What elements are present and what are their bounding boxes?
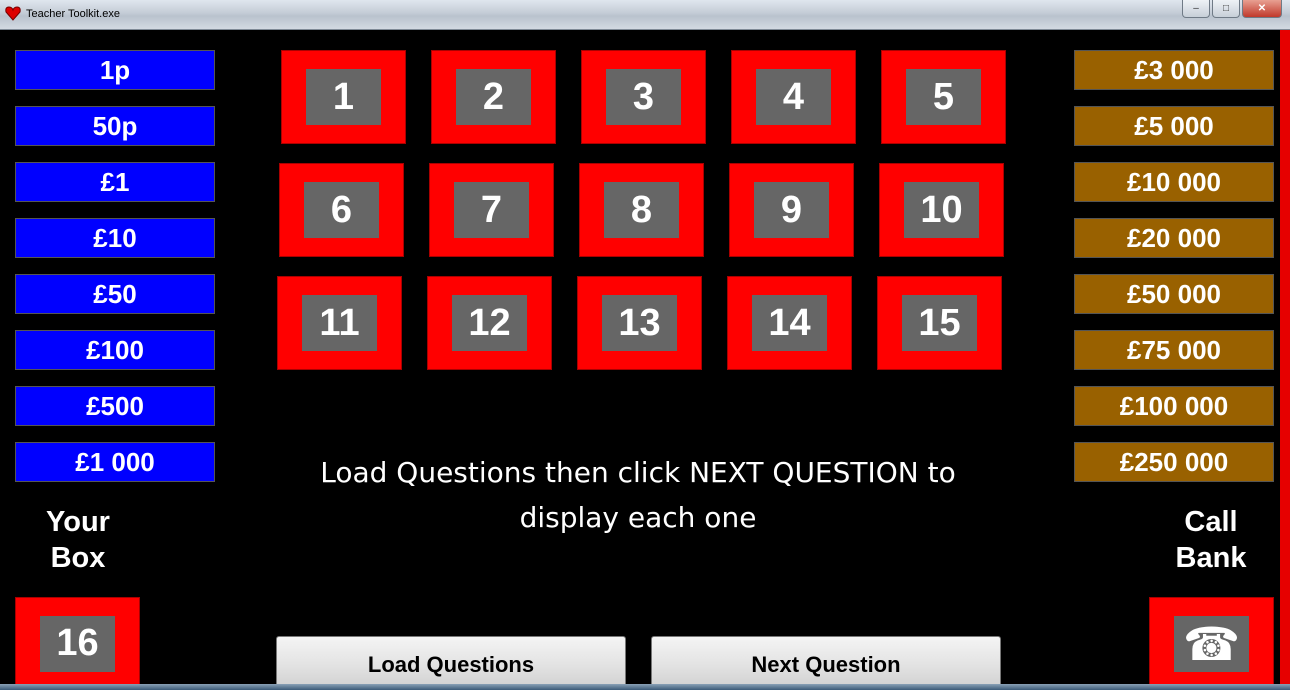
- box-10[interactable]: 10: [879, 163, 1004, 257]
- load-questions-button[interactable]: Load Questions: [276, 636, 626, 690]
- box-13[interactable]: 13: [577, 276, 702, 370]
- amount-left: £1: [15, 162, 215, 202]
- instruction-message: Load Questions then click NEXT QUESTION …: [270, 450, 1006, 540]
- amount-right: £3 000: [1074, 50, 1274, 90]
- close-button[interactable]: ✕: [1242, 0, 1282, 18]
- instruction-line-1: Load Questions then click NEXT QUESTION …: [320, 456, 956, 489]
- call-bank-button[interactable]: ☎: [1149, 597, 1274, 690]
- amount-right: £10 000: [1074, 162, 1274, 202]
- box-number: 15: [902, 295, 977, 351]
- amount-left: 1p: [15, 50, 215, 90]
- instruction-line-2: display each one: [519, 501, 757, 534]
- app-icon: [5, 6, 21, 21]
- maximize-button[interactable]: □: [1212, 0, 1240, 18]
- call-bank-label-line-1: Call: [1184, 506, 1238, 538]
- title-bar: Teacher Toolkit.exe – □ ✕: [0, 0, 1290, 30]
- amount-right: £75 000: [1074, 330, 1274, 370]
- your-box-label-line-2: Box: [50, 542, 106, 574]
- box-number: 2: [456, 69, 531, 125]
- call-bank-label-line-2: Bank: [1175, 542, 1247, 574]
- box-3[interactable]: 3: [581, 50, 706, 144]
- box-number: 13: [602, 295, 677, 351]
- box-number: 11: [302, 295, 377, 351]
- box-number: 9: [754, 182, 829, 238]
- amount-left: £10: [15, 218, 215, 258]
- window-edge: [1280, 30, 1290, 690]
- amount-right: £20 000: [1074, 218, 1274, 258]
- amount-left: 50p: [15, 106, 215, 146]
- amount-right: £5 000: [1074, 106, 1274, 146]
- telephone-icon: ☎: [1174, 615, 1249, 672]
- box-number: 3: [606, 69, 681, 125]
- box-number: 8: [604, 182, 679, 238]
- taskbar: [0, 684, 1290, 690]
- box-number: 7: [454, 182, 529, 238]
- box-number: 14: [752, 295, 827, 351]
- amount-left: £50: [15, 274, 215, 314]
- box-2[interactable]: 2: [431, 50, 556, 144]
- your-box-label: Your Box: [18, 504, 138, 576]
- amount-left: £1 000: [15, 442, 215, 482]
- box-11[interactable]: 11: [277, 276, 402, 370]
- box-1[interactable]: 1: [281, 50, 406, 144]
- amount-right: £100 000: [1074, 386, 1274, 426]
- box-5[interactable]: 5: [881, 50, 1006, 144]
- window-title: Teacher Toolkit.exe: [26, 8, 120, 20]
- box-14[interactable]: 14: [727, 276, 852, 370]
- box-number: 10: [904, 182, 979, 238]
- box-number: 4: [756, 69, 831, 125]
- amount-right: £250 000: [1074, 442, 1274, 482]
- box-15[interactable]: 15: [877, 276, 1002, 370]
- box-12[interactable]: 12: [427, 276, 552, 370]
- box-number: 6: [304, 182, 379, 238]
- amount-left: £100: [15, 330, 215, 370]
- box-4[interactable]: 4: [731, 50, 856, 144]
- box-9[interactable]: 9: [729, 163, 854, 257]
- box-number: 1: [306, 69, 381, 125]
- box-6[interactable]: 6: [279, 163, 404, 257]
- amount-right: £50 000: [1074, 274, 1274, 314]
- minimize-button[interactable]: –: [1182, 0, 1210, 18]
- box-8[interactable]: 8: [579, 163, 704, 257]
- your-box-label-line-1: Your: [46, 506, 110, 538]
- box-number: 5: [906, 69, 981, 125]
- box-7[interactable]: 7: [429, 163, 554, 257]
- your-box[interactable]: 16: [15, 597, 140, 690]
- next-question-button[interactable]: Next Question: [651, 636, 1001, 690]
- amount-left: £500: [15, 386, 215, 426]
- your-box-number: 16: [40, 615, 115, 672]
- call-bank-label: Call Bank: [1151, 504, 1271, 576]
- box-number: 12: [452, 295, 527, 351]
